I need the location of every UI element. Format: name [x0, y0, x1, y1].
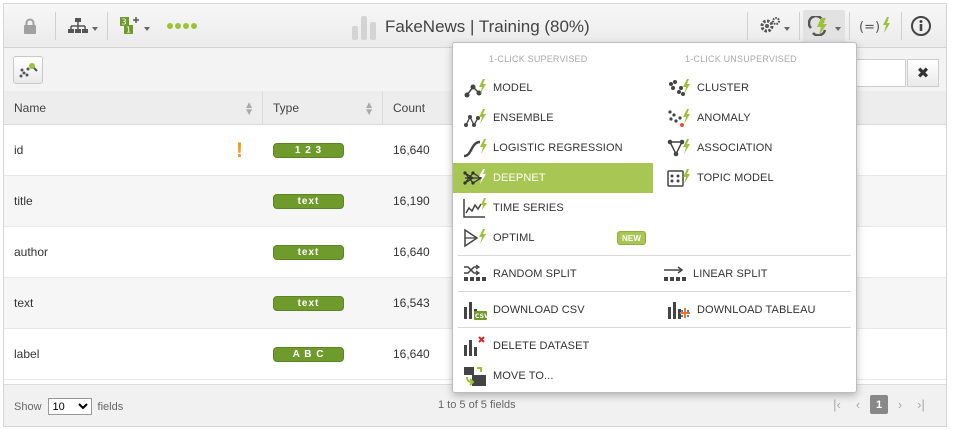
- formula-icon: (=): [859, 17, 890, 35]
- delete-dataset-icon: [463, 334, 487, 358]
- scatterplot-icon: [19, 63, 38, 78]
- column-header-name[interactable]: Name ▲ ▼: [4, 91, 263, 125]
- one-click-menu: 1-CLICK SUPERVISED 1-CLICK UNSUPERVISED …: [452, 42, 857, 393]
- field-count: 16,640: [393, 347, 430, 361]
- dataset-title: FakeNews | Training (80%): [385, 17, 590, 36]
- menu-item-random-split[interactable]: RANDOM SPLIT: [453, 259, 653, 289]
- menu-item-download-csv[interactable]: CSV DOWNLOAD CSV: [453, 295, 653, 325]
- field-count: 16,190: [393, 194, 430, 208]
- model-icon: [463, 76, 487, 100]
- next-page-button[interactable]: ›: [891, 395, 909, 414]
- field-count: 16,640: [393, 245, 430, 259]
- gears-icon: [760, 17, 780, 33]
- scatterplot-button[interactable]: [13, 56, 43, 84]
- svg-text:(=): (=): [859, 20, 880, 35]
- field-count: 16,640: [393, 143, 430, 157]
- linear-split-icon: [663, 262, 687, 286]
- menu-item-anomaly[interactable]: ANOMALY: [657, 103, 853, 133]
- warning-icon[interactable]: !: [236, 139, 243, 163]
- new-badge: NEW: [617, 231, 646, 245]
- column-label: Name: [14, 101, 47, 115]
- clear-search-button[interactable]: ✖: [907, 59, 939, 87]
- svg-text:1: 1: [126, 26, 131, 35]
- pagination: |‹ ‹ 1 › ›|: [828, 395, 930, 414]
- field-type-badge: text: [273, 193, 344, 209]
- move-to-icon: [463, 364, 487, 388]
- download-csv-icon: CSV: [463, 298, 487, 322]
- one-click-icon: [807, 16, 827, 36]
- menu-item-time-series[interactable]: TIME SERIES: [453, 193, 653, 223]
- menu-item-topic-model[interactable]: TOPIC MODEL: [657, 163, 853, 193]
- field-types-button[interactable]: 31: [114, 10, 154, 42]
- tree-structure-button[interactable]: [62, 10, 102, 42]
- field-type-badge: text: [273, 295, 344, 311]
- field-name: id: [14, 143, 24, 157]
- last-page-button[interactable]: ›|: [912, 395, 930, 414]
- logistic-regression-icon: [463, 136, 487, 160]
- menu-item-cluster[interactable]: CLUSTER: [657, 73, 853, 103]
- unsupervised-header: 1-CLICK UNSUPERVISED: [685, 54, 797, 64]
- menu-item-optiml[interactable]: OPTIML NEW: [453, 223, 653, 253]
- show-label: Show: [14, 400, 42, 413]
- numbers-icon: 31: [119, 17, 139, 35]
- menu-item-model[interactable]: MODEL: [453, 73, 653, 103]
- status-dots-icon: [162, 10, 202, 42]
- menu-item-deepnet[interactable]: DEEPNET: [453, 163, 653, 193]
- field-type-badge: text: [273, 244, 344, 260]
- prev-page-button[interactable]: ‹: [849, 395, 867, 414]
- supervised-header: 1-CLICK SUPERVISED: [489, 54, 588, 64]
- random-split-icon: [463, 262, 487, 286]
- field-type-badge: A B C: [273, 346, 344, 362]
- info-icon[interactable]: [906, 10, 936, 42]
- lock-icon[interactable]: [12, 10, 48, 42]
- menu-item-delete-dataset[interactable]: DELETE DATASET: [453, 331, 653, 361]
- sort-icon[interactable]: ▲ ▼: [244, 101, 254, 118]
- svg-text:CSV: CSV: [475, 313, 487, 320]
- optiml-icon: [463, 226, 487, 250]
- menu-item-logistic-regression[interactable]: LOGISTIC REGRESSION: [453, 133, 653, 163]
- ensemble-icon: [463, 106, 487, 130]
- sort-icon[interactable]: ▲ ▼: [364, 101, 374, 118]
- one-click-actions-button[interactable]: [803, 10, 845, 42]
- range-info: 1 to 5 of 5 fields: [438, 399, 516, 411]
- current-page[interactable]: 1: [870, 395, 888, 414]
- field-name: title: [14, 194, 33, 208]
- page-size-select[interactable]: 10: [47, 398, 92, 415]
- flatline-button[interactable]: (=): [853, 10, 897, 42]
- hierarchy-icon: [67, 18, 88, 33]
- fields-label: fields: [97, 400, 124, 413]
- time-series-icon: [463, 196, 487, 220]
- field-name: author: [14, 245, 49, 259]
- association-icon: [667, 136, 691, 160]
- column-header-type[interactable]: Type ▲ ▼: [263, 91, 383, 125]
- anomaly-icon: [667, 106, 691, 130]
- column-label: Count: [393, 101, 426, 115]
- cluster-icon: [667, 76, 691, 100]
- dataset-icon: [352, 14, 376, 40]
- column-label: Type: [273, 101, 300, 115]
- field-type-badge: 1 2 3: [273, 142, 344, 158]
- deepnet-icon: [463, 166, 487, 190]
- page-title: FakeNews | Training (80%): [352, 14, 590, 40]
- download-tableau-icon: [667, 298, 691, 322]
- topic-model-icon: [667, 166, 691, 190]
- menu-item-download-tableau[interactable]: DOWNLOAD TABLEAU: [657, 295, 853, 325]
- field-count: 16,543: [393, 296, 430, 310]
- field-name: label: [14, 347, 40, 361]
- configure-button[interactable]: [753, 10, 795, 42]
- menu-item-move-to[interactable]: MOVE TO...: [453, 361, 653, 391]
- menu-item-linear-split[interactable]: LINEAR SPLIT: [653, 259, 853, 289]
- menu-item-ensemble[interactable]: ENSEMBLE: [453, 103, 653, 133]
- first-page-button[interactable]: |‹: [828, 395, 846, 414]
- field-name: text: [14, 296, 34, 310]
- menu-item-association[interactable]: ASSOCIATION: [657, 133, 853, 163]
